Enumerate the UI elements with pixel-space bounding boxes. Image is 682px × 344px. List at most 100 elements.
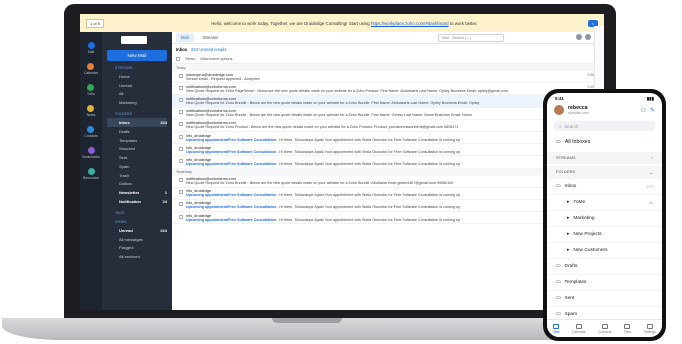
row-checkbox[interactable] — [179, 110, 183, 115]
row-checkbox[interactable] — [179, 158, 183, 163]
row-checkbox[interactable] — [179, 73, 183, 78]
banner-message: Hello, welcome to work today. Together, … — [104, 21, 585, 26]
email-row[interactable]: info_droidedge Upcoming appointment/Free … — [172, 200, 604, 213]
rail-item-contacts[interactable]: Contacts — [84, 126, 98, 138]
phone-folder-new-customers[interactable]: ▸ New Customers — [547, 243, 662, 259]
folder-item-inbox[interactable]: Inbox 224 — [107, 118, 167, 127]
rail-item-resources[interactable]: Resources — [83, 168, 99, 180]
phone-search-input[interactable]: ⌕ Search — [554, 121, 655, 131]
row-checkbox[interactable] — [179, 190, 183, 195]
phone-folder-drafts[interactable]: ▭ Drafts — [547, 259, 662, 275]
view-item-all-messages[interactable]: All messages — [107, 235, 167, 244]
all-inboxes-item[interactable]: ▭ All Inboxes — [547, 134, 662, 150]
folder-item-snoozed[interactable]: Snoozed — [107, 144, 167, 153]
row-checkbox[interactable] — [179, 202, 183, 207]
tags-heading: TAGS — [115, 210, 125, 215]
phone-tab-settings[interactable]: Settings — [644, 323, 656, 334]
email-row[interactable]: notifications@zohoforms.com New Quote Req… — [172, 176, 604, 188]
tab-streams[interactable]: Streams — [198, 33, 224, 42]
email-row[interactable]: info_droidedge Upcoming appointment/Free … — [172, 188, 604, 200]
phone-folder-label: Drafts — [564, 264, 578, 269]
phone-account-header: rebecca r@zylker.com ⚇ ✎ — [547, 102, 662, 118]
phone-tab-contacts[interactable]: Contacts — [598, 323, 611, 334]
views-button[interactable]: Views — [185, 57, 195, 61]
laptop-notch — [272, 318, 342, 323]
rail-item-todo[interactable]: ToDo — [87, 84, 95, 96]
phone-folder-marketing[interactable]: ▸ Marketing — [547, 211, 662, 227]
folder-item-sent[interactable]: Sent — [107, 153, 167, 162]
banner-pager[interactable]: 1 of 5 — [86, 18, 105, 28]
row-checkbox[interactable] — [179, 178, 183, 183]
email-row[interactable]: info_droidedge Upcoming appointment/Free … — [172, 144, 604, 157]
row-checkbox-cell — [176, 146, 186, 151]
notification-icon[interactable] — [576, 34, 582, 40]
phone-tab-files[interactable]: Files — [624, 323, 631, 334]
row-checkbox[interactable] — [179, 214, 183, 219]
folder-icon: ▭ — [556, 184, 561, 189]
phone-streams-section[interactable]: STREAMS › — [547, 152, 662, 164]
inbox-header: Inbox 224 Unread emails — [172, 44, 604, 54]
search-input[interactable]: Mail Search ( / ) — [438, 34, 504, 42]
phone-screen: 9:41 ▮▮▮ rebecca r@zylker.com ⚇ ✎ ⌕ Sear… — [547, 93, 662, 337]
rail-item-bookmarks[interactable]: Bookmarks — [83, 147, 99, 159]
view-item-flagged[interactable]: Flagged — [107, 244, 167, 253]
tab-mail[interactable]: Mail — [176, 33, 194, 42]
rail-item-calendar[interactable]: Calendar — [84, 63, 98, 75]
compose-icon[interactable]: ✎ — [650, 107, 655, 114]
phone-status-bar: 9:41 ▮▮▮ — [547, 93, 662, 102]
folder-item-trash[interactable]: Trash — [107, 171, 167, 180]
contacts-icon — [601, 323, 608, 329]
calendar-label: Calendar — [84, 71, 98, 75]
top-bar: Mail Streams Mail Search ( / ) — [172, 32, 604, 44]
attachment-options-button[interactable]: Attachment options — [200, 57, 233, 61]
folder-item-templates[interactable]: Templates — [107, 136, 167, 145]
search-scope[interactable]: Mail — [442, 36, 449, 40]
stream-item-unread[interactable]: Unread — [107, 81, 167, 90]
folder-item-notification[interactable]: Notification 24 — [107, 197, 167, 206]
folder-item-outbox[interactable]: Outbox — [107, 180, 167, 189]
email-row[interactable]: notifications@zohoforms.com New Quote Req… — [172, 95, 604, 108]
email-row[interactable]: notifications@zohoforms.com New Quote Req… — [172, 108, 604, 120]
phone-folders-section[interactable]: FOLDERS ⌄ — [547, 166, 662, 179]
folder-item-drafts[interactable]: Drafts — [107, 127, 167, 136]
row-checkbox[interactable] — [179, 134, 183, 139]
notes-label: Notes — [86, 113, 96, 117]
unread-count: 224 Unread emails — [191, 46, 227, 52]
phone-avatar[interactable] — [554, 105, 564, 115]
phone-folder-templates[interactable]: ▭ Templates — [547, 275, 662, 291]
email-subject: New Quote Request for Zoho Product - Bel… — [186, 125, 459, 130]
email-row[interactable]: notifications@zohoforms.com New Quote Req… — [172, 120, 604, 132]
email-row[interactable]: notifications@zohoforms.com New Quote Req… — [172, 83, 604, 96]
phone-folder-sent[interactable]: ▭ Sent — [547, 291, 662, 307]
list-toolbar: Views Attachment options — [172, 54, 604, 64]
stream-item-all[interactable]: All — [107, 90, 167, 99]
phone-folder-inbox[interactable]: ▭ Inbox 277 — [547, 179, 662, 195]
row-checkbox[interactable] — [179, 97, 183, 102]
phone-tab-calendar[interactable]: Calendar — [572, 323, 586, 334]
rail-item-mail[interactable]: Mail — [87, 42, 95, 54]
select-all-checkbox[interactable] — [176, 56, 180, 61]
email-row[interactable]: lolwaupe.a@droidedge.com Sender email - R… — [172, 71, 604, 84]
row-checkbox[interactable] — [179, 85, 183, 90]
folder-item-newsletter[interactable]: Newsletter 1 — [107, 188, 167, 197]
phone-folder-new-projects[interactable]: ▸ New Projects — [547, 227, 662, 243]
stream-item-home[interactable]: Home — [107, 72, 167, 81]
accounts-icon[interactable]: ⚇ — [641, 107, 646, 114]
stream-item-marketing[interactable]: Marketing — [107, 98, 167, 107]
view-item-unread[interactable]: Unread 224 — [107, 226, 167, 235]
folder-item-spam[interactable]: Spam — [107, 162, 167, 171]
row-checkbox[interactable] — [179, 146, 183, 151]
settings-icon[interactable] — [585, 34, 591, 40]
new-mail-button[interactable]: New Mail — [107, 50, 167, 61]
banner-link[interactable]: https://workplace.zoho.com/#dashboard — [371, 21, 449, 26]
row-checkbox[interactable] — [179, 122, 183, 127]
view-item-all-archived[interactable]: All archived — [107, 252, 167, 261]
email-subject: Sender email - Request approved - Accept… — [186, 76, 260, 81]
email-row[interactable]: info_droidedge Upcoming appointment/Free … — [172, 132, 604, 145]
phone-folder-tome[interactable]: ▸ ToMe 40 — [547, 195, 662, 211]
email-row[interactable]: info_droidedge Upcoming appointment/Free … — [172, 156, 604, 169]
phone-tab-mail[interactable]: Mail — [553, 323, 559, 334]
email-row[interactable]: info_droidedge Upcoming appointment/Free … — [172, 212, 604, 225]
rail-item-notes[interactable]: Notes — [86, 105, 96, 117]
phone-folder-label: Templates — [564, 280, 587, 285]
